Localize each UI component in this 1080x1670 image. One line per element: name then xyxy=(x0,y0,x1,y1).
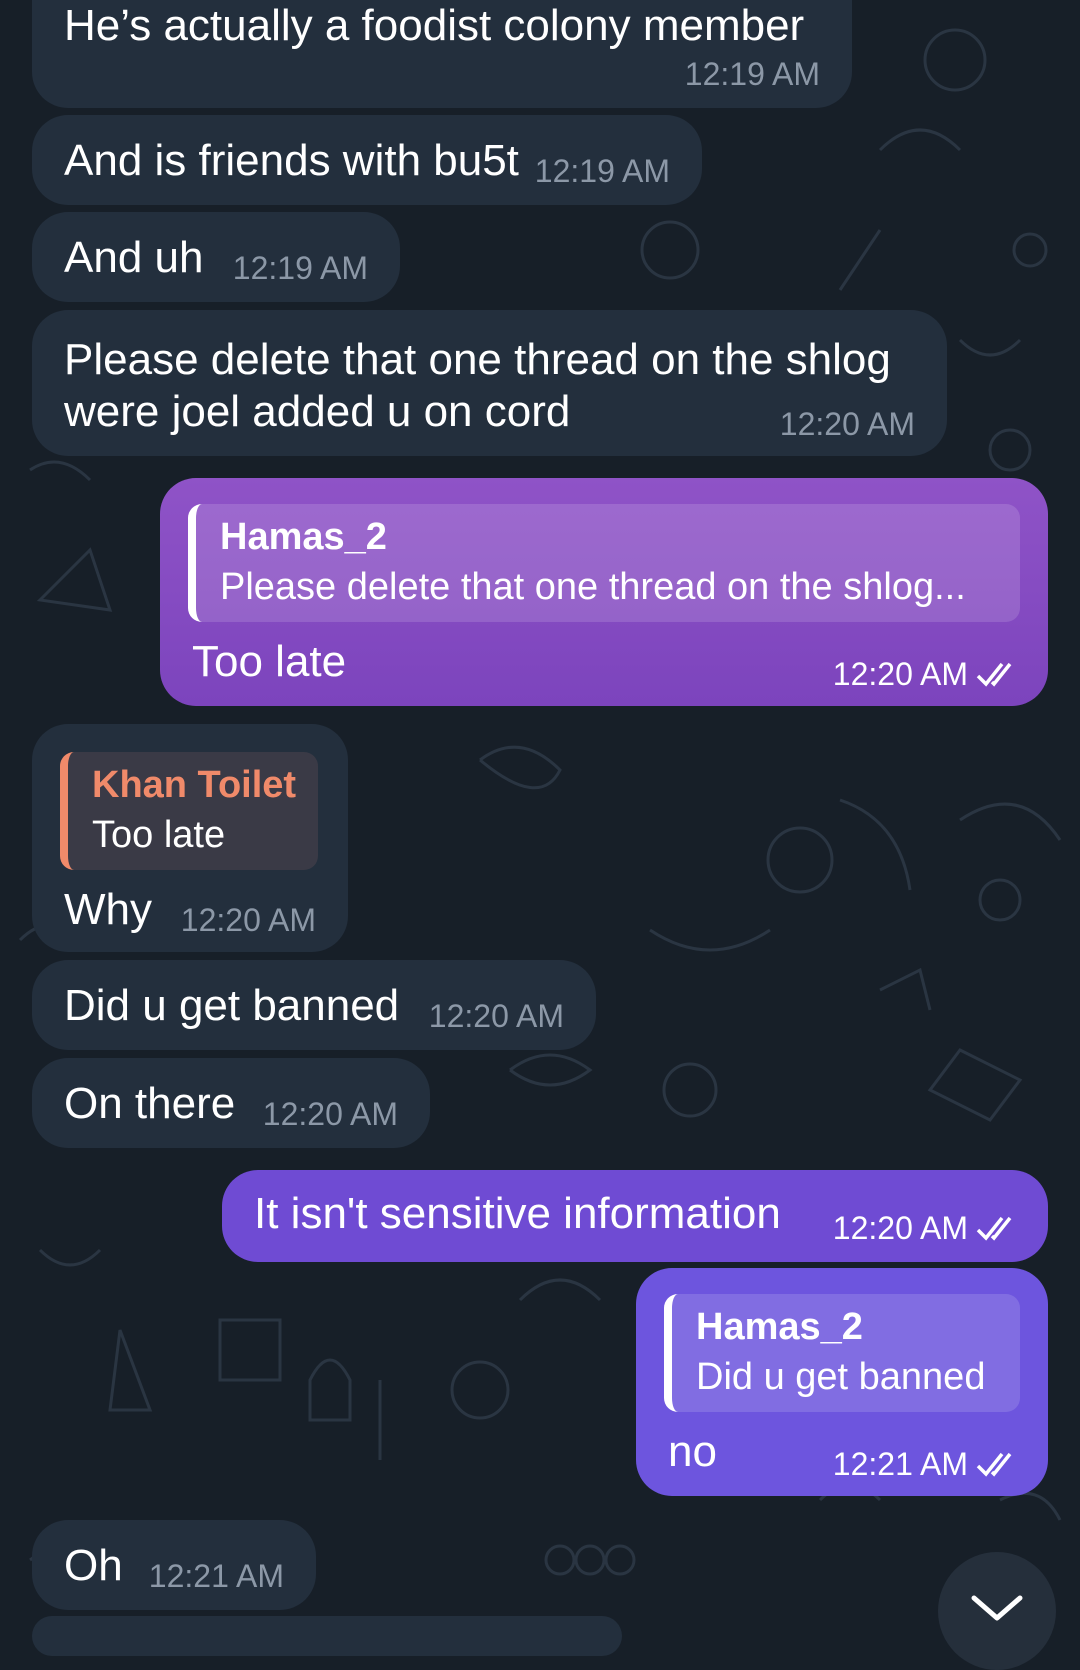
message-bubble[interactable]: Oh 12:21 AM xyxy=(32,1520,316,1610)
message-time: 12:20 AM xyxy=(832,656,968,692)
reply-author: Hamas_2 xyxy=(220,516,387,558)
message-bubble[interactable]: Please delete that one thread on the shl… xyxy=(32,310,947,456)
message-bubble[interactable]: Khan Toilet Too late Why 12:20 AM xyxy=(32,724,348,952)
message-time: 12:19 AM xyxy=(232,250,368,286)
message-time: 12:19 AM xyxy=(534,153,670,189)
reply-quote[interactable]: Khan Toilet Too late xyxy=(60,752,318,870)
message-bubble[interactable] xyxy=(32,1616,622,1656)
double-check-icon xyxy=(976,1452,1012,1477)
message-time: 12:19 AM xyxy=(684,56,820,92)
chevron-down-icon xyxy=(971,1595,1023,1621)
message-text: And is friends with bu5t xyxy=(64,136,519,185)
message-text: Oh xyxy=(64,1541,123,1590)
message-text: Did u get banned xyxy=(64,981,400,1030)
message-time: 12:20 AM xyxy=(180,902,316,938)
message-time: 12:21 AM xyxy=(148,1558,284,1594)
message-text-line-1: Please delete that one thread on the shl… xyxy=(64,335,891,384)
reply-text: Please delete that one thread on the shl… xyxy=(220,566,966,608)
message-text-line-2: were joel added u on cord xyxy=(64,387,571,436)
message-text: Too late xyxy=(192,637,347,686)
reply-author: Hamas_2 xyxy=(696,1306,863,1348)
message-time: 12:20 AM xyxy=(262,1096,398,1132)
message-text: He’s actually a foodist colony member xyxy=(64,1,805,50)
message-text: no xyxy=(668,1427,717,1476)
message-time: 12:20 AM xyxy=(779,406,915,442)
outgoing-message-bubble[interactable]: It isn't sensitive information 12:20 AM xyxy=(222,1170,1048,1262)
reply-quote[interactable]: Hamas_2 Did u get banned xyxy=(664,1294,1020,1412)
message-bubble[interactable]: He’s actually a foodist colony member 12… xyxy=(32,0,852,108)
message-bubble[interactable]: And is friends with bu5t 12:19 AM xyxy=(32,115,702,205)
message-bubble[interactable]: Did u get banned 12:20 AM xyxy=(32,960,596,1050)
reply-author: Khan Toilet xyxy=(92,764,297,806)
double-check-icon xyxy=(976,662,1012,687)
scroll-down-button[interactable] xyxy=(938,1552,1056,1670)
message-time: 12:20 AM xyxy=(832,1210,968,1246)
outgoing-message-bubble[interactable]: Hamas_2 Please delete that one thread on… xyxy=(160,478,1048,706)
reply-quote[interactable]: Hamas_2 Please delete that one thread on… xyxy=(188,504,1020,622)
message-text: On there xyxy=(64,1079,236,1128)
message-text: And uh xyxy=(64,233,204,282)
message-time: 12:21 AM xyxy=(832,1446,968,1482)
message-text: Why xyxy=(64,885,152,934)
double-check-icon xyxy=(976,1216,1012,1241)
message-bubble[interactable]: And uh 12:19 AM xyxy=(32,212,400,302)
reply-text: Too late xyxy=(92,814,226,856)
outgoing-message-bubble[interactable]: Hamas_2 Did u get banned no 12:21 AM xyxy=(636,1268,1048,1496)
message-bubble[interactable]: On there 12:20 AM xyxy=(32,1058,430,1148)
reply-text: Did u get banned xyxy=(696,1356,986,1398)
message-text: It isn't sensitive information xyxy=(254,1189,781,1238)
message-time: 12:20 AM xyxy=(428,998,564,1034)
